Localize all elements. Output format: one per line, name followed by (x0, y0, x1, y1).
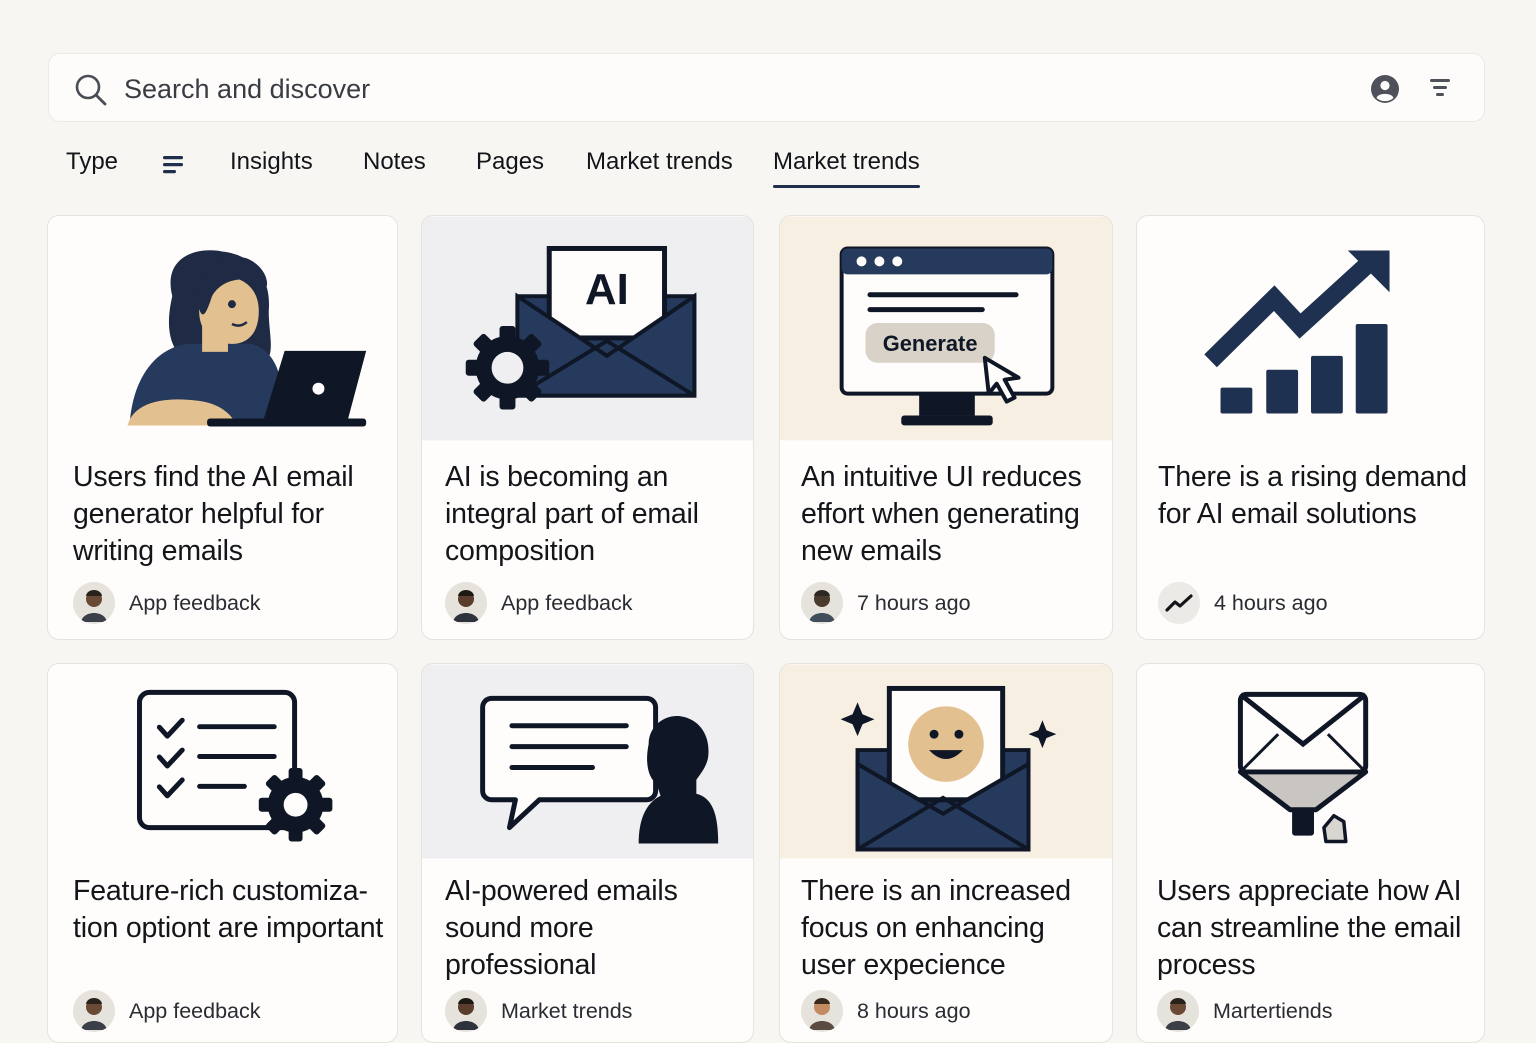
card-source: App feedback (129, 998, 261, 1023)
smiley-envelope-icon (780, 664, 1112, 859)
insight-card[interactable]: Feature-rich customiza-tion optiont are … (47, 663, 398, 1043)
insight-card[interactable]: AI-powered emails sound more professiona… (421, 663, 754, 1043)
card-title: AI-powered emails sound more professiona… (445, 875, 678, 981)
svg-text:AI: AI (585, 265, 629, 314)
avatar (1157, 990, 1199, 1032)
card-source: App feedback (501, 590, 633, 615)
checklist-gear-icon (136, 689, 333, 842)
avatar (445, 582, 487, 624)
card-meta: App feedback (73, 990, 261, 1032)
card-source: App feedback (129, 590, 261, 615)
avatar (73, 990, 115, 1032)
card-meta: 7 hours ago (801, 582, 971, 624)
sort-icon[interactable] (1428, 78, 1452, 98)
avatar (445, 990, 487, 1032)
card-meta: Market trends (445, 990, 632, 1032)
search-icon[interactable] (74, 73, 108, 107)
tab-market-trends-active[interactable]: Market trends (773, 148, 920, 188)
insight-card[interactable]: Generate An intuitive UI reduces effort … (779, 215, 1113, 640)
card-title: AI is becoming an integral part of email… (445, 461, 699, 567)
speech-bubble-person-icon (422, 664, 753, 859)
filter-lines-icon[interactable] (162, 154, 186, 176)
insight-card[interactable]: AI AI is becoming an integral part of em… (421, 215, 754, 640)
insight-card[interactable]: Users appreciate how AI can streamline t… (1136, 663, 1485, 1043)
monitor-generate-icon: Generate (780, 216, 1112, 441)
card-meta: 8 hours ago (801, 990, 971, 1032)
card-title: Feature-rich customiza-tion optiont are … (73, 875, 384, 944)
insight-card[interactable]: There is an increased focus on enhancing… (779, 663, 1113, 1043)
generate-button-label: Generate (883, 331, 978, 356)
card-title: Users appreciate how AI can streamline t… (1157, 875, 1462, 981)
card-timestamp: 4 hours ago (1214, 590, 1328, 615)
tab-insights[interactable]: Insights (230, 148, 313, 184)
card-title: There is a rising demand for AI email so… (1158, 461, 1467, 530)
envelope-funnel-icon (1237, 691, 1369, 844)
card-meta: App feedback (445, 582, 633, 624)
insight-card[interactable]: There is a rising demand for AI email so… (1136, 215, 1485, 640)
card-meta: 4 hours ago (1158, 582, 1328, 624)
avatar (73, 582, 115, 624)
user-account-icon[interactable] (1370, 74, 1400, 104)
card-meta: App feedback (73, 582, 261, 624)
tab-notes[interactable]: Notes (363, 148, 426, 184)
tab-market-trends[interactable]: Market trends (586, 148, 733, 184)
insight-card[interactable]: Users find the AI email generator helpfu… (47, 215, 398, 640)
avatar (801, 990, 843, 1032)
tab-pages[interactable]: Pages (476, 148, 544, 184)
card-timestamp: 7 hours ago (857, 590, 971, 615)
woman-laptop-icon (127, 250, 367, 427)
card-title: An intuitive UI reduces effort when gene… (801, 461, 1082, 567)
card-title: There is an increased focus on enhancing… (801, 875, 1071, 981)
card-meta: Martertiends (1157, 990, 1333, 1032)
search-input[interactable] (124, 70, 1024, 108)
card-source: Market trends (501, 998, 633, 1023)
trend-icon (1158, 582, 1200, 624)
tab-type[interactable]: Type (66, 148, 118, 184)
avatar (801, 582, 843, 624)
card-source: Martertiends (1213, 998, 1333, 1023)
card-timestamp: 8 hours ago (857, 998, 971, 1023)
ai-envelope-gear-icon: AI (422, 216, 753, 441)
rising-bar-chart-icon (1204, 250, 1390, 414)
card-title: Users find the AI email generator helpfu… (73, 461, 354, 567)
